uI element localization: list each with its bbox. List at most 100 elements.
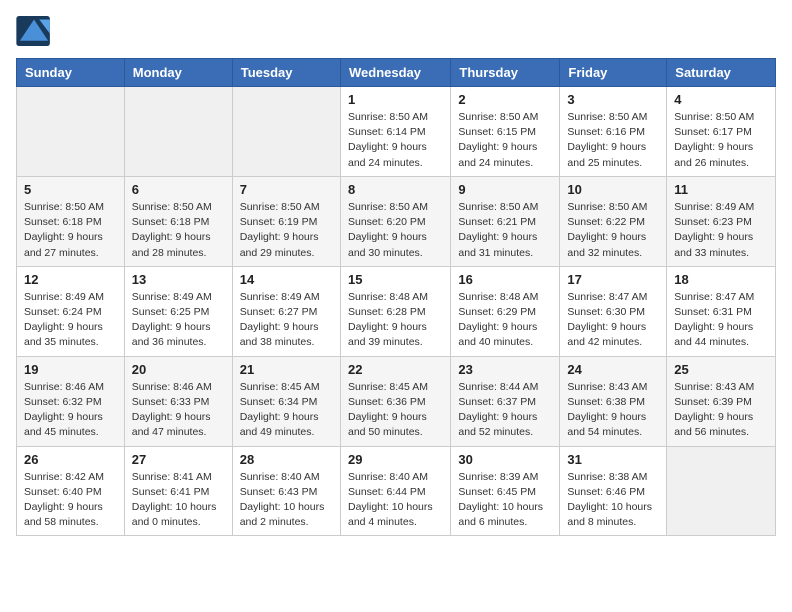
calendar-cell: 16 Sunrise: 8:48 AM Sunset: 6:29 PM Dayli… [451, 266, 560, 356]
day-number: 31 [567, 452, 659, 467]
calendar-cell: 9Sunrise: 8:50 AM Sunset: 6:21 PM Daylig… [451, 176, 560, 266]
day-number: 5 [24, 182, 117, 197]
calendar-cell: 8 Sunrise: 8:50 AM Sunset: 6:20 PM Daylig… [340, 176, 450, 266]
day-content: Sunrise: 8:50 AM Sunset: 6:20 PM Dayligh… [348, 200, 443, 261]
day-content: Sunrise: 8:48 AM Sunset: 6:29 PM Dayligh… [458, 290, 552, 351]
day-number: 23 [458, 362, 552, 377]
day-content: Sunrise: 8:40 AM Sunset: 6:43 PM Dayligh… [240, 470, 333, 531]
calendar-cell: 29 Sunrise: 8:40 AM Sunset: 6:44 PM Dayli… [340, 446, 450, 536]
calendar-cell: 20 Sunrise: 8:46 AM Sunset: 6:33 PM Dayli… [124, 356, 232, 446]
day-number: 27 [132, 452, 225, 467]
day-number: 24 [567, 362, 659, 377]
day-content: Sunrise: 8:49 AM Sunset: 6:24 PM Dayligh… [24, 290, 117, 351]
calendar-cell: 4 Sunrise: 8:50 AM Sunset: 6:17 PM Daylig… [667, 87, 776, 177]
day-content: Sunrise: 8:46 AM Sunset: 6:32 PM Dayligh… [24, 380, 117, 441]
calendar-cell: 17Sunrise: 8:47 AM Sunset: 6:30 PM Dayli… [560, 266, 667, 356]
day-number: 28 [240, 452, 333, 467]
day-number: 15 [348, 272, 443, 287]
calendar-cell: 28 Sunrise: 8:40 AM Sunset: 6:43 PM Dayli… [232, 446, 340, 536]
calendar-cell: 5 Sunrise: 8:50 AM Sunset: 6:18 PM Daylig… [17, 176, 125, 266]
day-number: 3 [567, 92, 659, 107]
calendar-cell: 30 Sunrise: 8:39 AM Sunset: 6:45 PM Dayli… [451, 446, 560, 536]
day-content: Sunrise: 8:50 AM Sunset: 6:22 PM Dayligh… [567, 200, 659, 261]
day-number: 4 [674, 92, 768, 107]
day-number: 26 [24, 452, 117, 467]
header-day-wednesday: Wednesday [340, 59, 450, 87]
day-content: Sunrise: 8:50 AM Sunset: 6:18 PM Dayligh… [24, 200, 117, 261]
calendar-table: SundayMondayTuesdayWednesdayThursdayFrid… [16, 58, 776, 536]
day-number: 25 [674, 362, 768, 377]
day-number: 8 [348, 182, 443, 197]
calendar-cell: 10 Sunrise: 8:50 AM Sunset: 6:22 PM Dayli… [560, 176, 667, 266]
day-content: Sunrise: 8:46 AM Sunset: 6:33 PM Dayligh… [132, 380, 225, 441]
logo [16, 16, 58, 46]
day-number: 6 [132, 182, 225, 197]
calendar-cell: 11 Sunrise: 8:49 AM Sunset: 6:23 PM Dayli… [667, 176, 776, 266]
calendar-cell [17, 87, 125, 177]
day-number: 7 [240, 182, 333, 197]
calendar-cell: 31 Sunrise: 8:38 AM Sunset: 6:46 PM Dayli… [560, 446, 667, 536]
day-number: 16 [458, 272, 552, 287]
calendar-cell: 26 Sunrise: 8:42 AM Sunset: 6:40 PM Dayli… [17, 446, 125, 536]
day-number: 1 [348, 92, 443, 107]
logo-icon [16, 16, 52, 46]
days-header-row: SundayMondayTuesdayWednesdayThursdayFrid… [17, 59, 776, 87]
day-content: Sunrise: 8:50 AM Sunset: 6:17 PM Dayligh… [674, 110, 768, 171]
calendar-cell [667, 446, 776, 536]
day-content: Sunrise: 8:48 AM Sunset: 6:28 PM Dayligh… [348, 290, 443, 351]
calendar-cell: 6 Sunrise: 8:50 AM Sunset: 6:18 PM Daylig… [124, 176, 232, 266]
week-row-5: 26 Sunrise: 8:42 AM Sunset: 6:40 PM Dayli… [17, 446, 776, 536]
week-row-3: 12Sunrise: 8:49 AM Sunset: 6:24 PM Dayli… [17, 266, 776, 356]
day-number: 21 [240, 362, 333, 377]
day-content: Sunrise: 8:50 AM Sunset: 6:19 PM Dayligh… [240, 200, 333, 261]
calendar-cell: 14 Sunrise: 8:49 AM Sunset: 6:27 PM Dayli… [232, 266, 340, 356]
day-content: Sunrise: 8:43 AM Sunset: 6:38 PM Dayligh… [567, 380, 659, 441]
calendar-cell [124, 87, 232, 177]
day-number: 18 [674, 272, 768, 287]
day-content: Sunrise: 8:47 AM Sunset: 6:30 PM Dayligh… [567, 290, 659, 351]
day-number: 30 [458, 452, 552, 467]
day-content: Sunrise: 8:49 AM Sunset: 6:27 PM Dayligh… [240, 290, 333, 351]
day-number: 14 [240, 272, 333, 287]
day-content: Sunrise: 8:47 AM Sunset: 6:31 PM Dayligh… [674, 290, 768, 351]
day-content: Sunrise: 8:50 AM Sunset: 6:16 PM Dayligh… [567, 110, 659, 171]
header-day-tuesday: Tuesday [232, 59, 340, 87]
day-content: Sunrise: 8:50 AM Sunset: 6:15 PM Dayligh… [458, 110, 552, 171]
day-number: 13 [132, 272, 225, 287]
day-number: 29 [348, 452, 443, 467]
calendar-cell: 13 Sunrise: 8:49 AM Sunset: 6:25 PM Dayli… [124, 266, 232, 356]
calendar-cell: 15 Sunrise: 8:48 AM Sunset: 6:28 PM Dayli… [340, 266, 450, 356]
day-content: Sunrise: 8:39 AM Sunset: 6:45 PM Dayligh… [458, 470, 552, 531]
day-content: Sunrise: 8:42 AM Sunset: 6:40 PM Dayligh… [24, 470, 117, 531]
day-number: 19 [24, 362, 117, 377]
header-day-thursday: Thursday [451, 59, 560, 87]
day-number: 11 [674, 182, 768, 197]
day-content: Sunrise: 8:41 AM Sunset: 6:41 PM Dayligh… [132, 470, 225, 531]
day-content: Sunrise: 8:45 AM Sunset: 6:34 PM Dayligh… [240, 380, 333, 441]
day-content: Sunrise: 8:44 AM Sunset: 6:37 PM Dayligh… [458, 380, 552, 441]
day-content: Sunrise: 8:50 AM Sunset: 6:18 PM Dayligh… [132, 200, 225, 261]
day-number: 20 [132, 362, 225, 377]
day-content: Sunrise: 8:38 AM Sunset: 6:46 PM Dayligh… [567, 470, 659, 531]
calendar-cell: 27 Sunrise: 8:41 AM Sunset: 6:41 PM Dayli… [124, 446, 232, 536]
calendar-cell: 24 Sunrise: 8:43 AM Sunset: 6:38 PM Dayli… [560, 356, 667, 446]
day-number: 10 [567, 182, 659, 197]
day-content: Sunrise: 8:49 AM Sunset: 6:23 PM Dayligh… [674, 200, 768, 261]
calendar-cell: 12Sunrise: 8:49 AM Sunset: 6:24 PM Dayli… [17, 266, 125, 356]
calendar-cell: 22 Sunrise: 8:45 AM Sunset: 6:36 PM Dayli… [340, 356, 450, 446]
week-row-1: 1Sunrise: 8:50 AM Sunset: 6:14 PM Daylig… [17, 87, 776, 177]
day-content: Sunrise: 8:45 AM Sunset: 6:36 PM Dayligh… [348, 380, 443, 441]
calendar-cell: 25 Sunrise: 8:43 AM Sunset: 6:39 PM Dayli… [667, 356, 776, 446]
week-row-2: 5 Sunrise: 8:50 AM Sunset: 6:18 PM Daylig… [17, 176, 776, 266]
day-number: 2 [458, 92, 552, 107]
calendar-cell: 18 Sunrise: 8:47 AM Sunset: 6:31 PM Dayli… [667, 266, 776, 356]
calendar-cell: 19 Sunrise: 8:46 AM Sunset: 6:32 PM Dayli… [17, 356, 125, 446]
calendar-cell: 2 Sunrise: 8:50 AM Sunset: 6:15 PM Daylig… [451, 87, 560, 177]
calendar-cell: 3 Sunrise: 8:50 AM Sunset: 6:16 PM Daylig… [560, 87, 667, 177]
day-number: 22 [348, 362, 443, 377]
week-row-4: 19 Sunrise: 8:46 AM Sunset: 6:32 PM Dayli… [17, 356, 776, 446]
header-day-friday: Friday [560, 59, 667, 87]
day-content: Sunrise: 8:43 AM Sunset: 6:39 PM Dayligh… [674, 380, 768, 441]
day-content: Sunrise: 8:40 AM Sunset: 6:44 PM Dayligh… [348, 470, 443, 531]
day-content: Sunrise: 8:49 AM Sunset: 6:25 PM Dayligh… [132, 290, 225, 351]
